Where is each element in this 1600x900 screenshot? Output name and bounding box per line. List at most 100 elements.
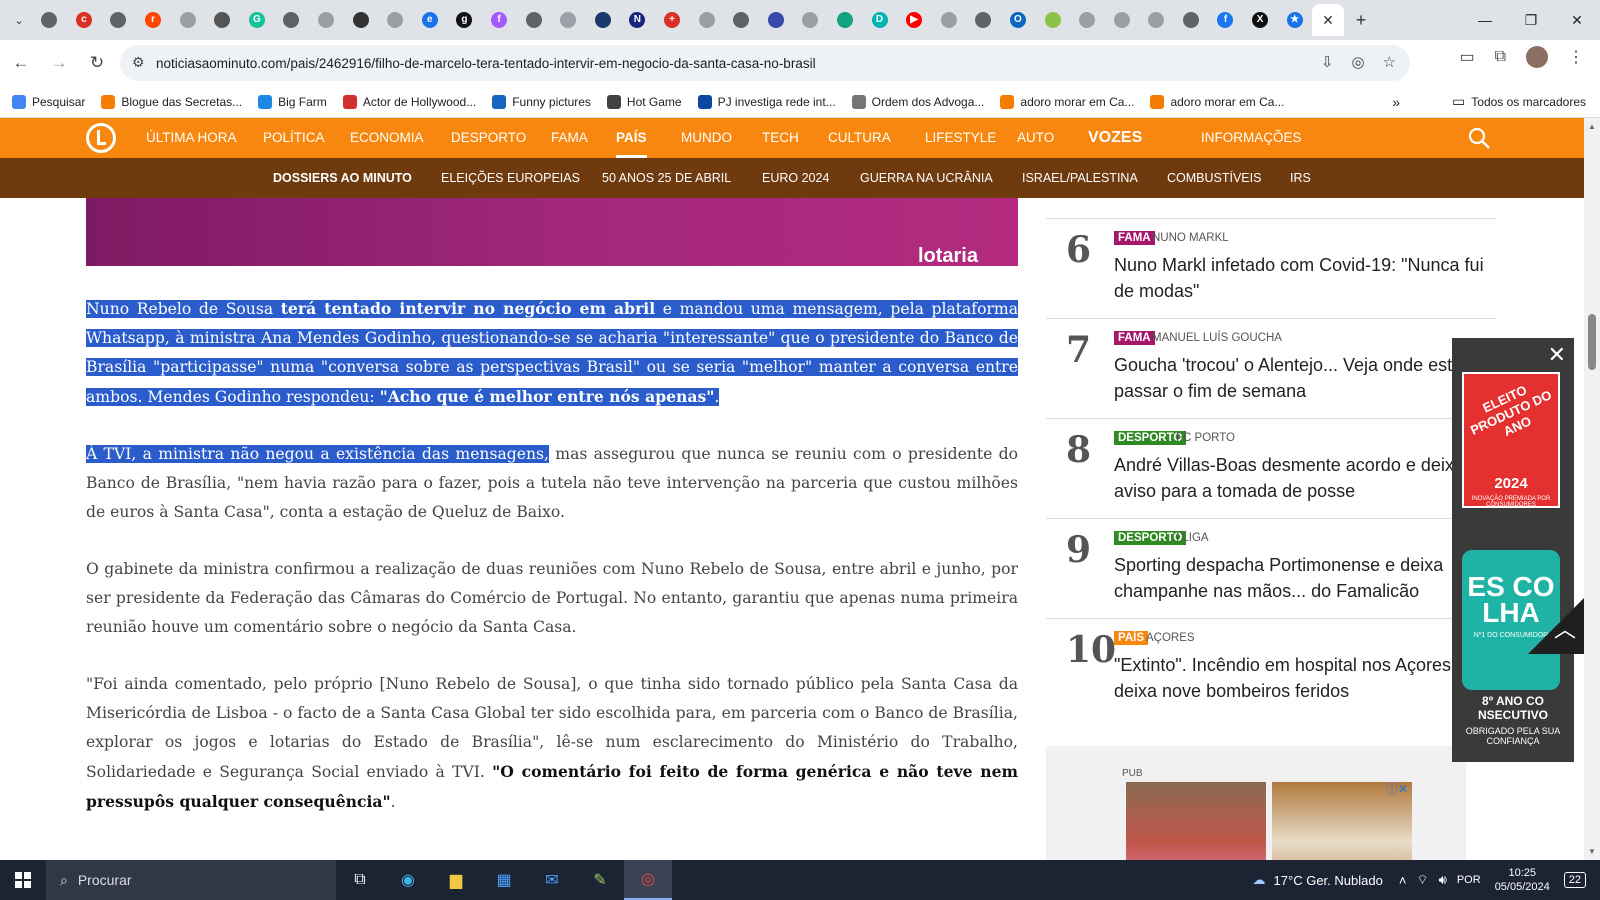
- bookmark-item[interactable]: Pesquisar: [12, 94, 85, 109]
- adchoices-icon[interactable]: ⓘ✕: [1386, 780, 1408, 797]
- tab[interactable]: [758, 4, 793, 36]
- chevron-up-icon[interactable]: ˄: [1399, 873, 1407, 888]
- nav-item[interactable]: VOZES: [1088, 118, 1142, 158]
- tab[interactable]: [1139, 4, 1174, 36]
- sub-nav-item[interactable]: 50 ANOS 25 DE ABRIL: [602, 158, 731, 198]
- rank-title[interactable]: Goucha 'trocou' o Alentejo... Veja onde …: [1114, 352, 1484, 404]
- rank-title[interactable]: Sporting despacha Portimonense e deixa c…: [1114, 552, 1484, 604]
- weather-icon[interactable]: ☁: [1253, 872, 1266, 888]
- language-indicator[interactable]: POR: [1457, 874, 1481, 886]
- minimize-button[interactable]: —: [1462, 0, 1508, 40]
- bookmark-item[interactable]: adoro morar em Ca...: [1000, 94, 1134, 109]
- scroll-up-icon[interactable]: ▲: [1588, 122, 1596, 131]
- task-view-icon[interactable]: ⧉: [336, 860, 384, 900]
- tab[interactable]: ▶: [897, 4, 932, 36]
- tab[interactable]: [724, 4, 759, 36]
- bookmark-item[interactable]: adoro morar em Ca...: [1150, 94, 1284, 109]
- nav-item[interactable]: DESPORTO: [451, 118, 526, 158]
- nav-item[interactable]: TECH: [762, 118, 799, 158]
- ranking-item[interactable]: 8 DESPORTO FC PORTO André Villas-Boas desme…: [1046, 418, 1496, 518]
- sub-nav-item[interactable]: DOSSIERS AO MINUTO: [273, 158, 412, 198]
- network-icon[interactable]: ⌔: [1416, 872, 1428, 888]
- ranking-item[interactable]: 9 DESPORTO I LIGA Sporting despacha Portimo…: [1046, 518, 1496, 618]
- tab[interactable]: g: [447, 4, 482, 36]
- tab[interactable]: [793, 4, 828, 36]
- bookmark-item[interactable]: Big Farm: [258, 94, 327, 109]
- new-tab-button[interactable]: +: [1344, 10, 1378, 31]
- tab[interactable]: c: [67, 4, 102, 36]
- bookmark-item[interactable]: Blogue das Secretas...: [101, 94, 242, 109]
- paint-icon[interactable]: ✎: [576, 860, 624, 900]
- eye-off-icon[interactable]: ◎: [1351, 53, 1364, 71]
- rank-title[interactable]: "Extinto". Incêndio em hospital nos Açor…: [1114, 652, 1484, 704]
- sub-nav-item[interactable]: ELEIÇÕES EUROPEIAS: [441, 158, 580, 198]
- bookmark-item[interactable]: Funny pictures: [492, 94, 591, 109]
- mail-icon[interactable]: ✉: [528, 860, 576, 900]
- rank-tag[interactable]: AÇORES: [1146, 632, 1195, 644]
- nav-item[interactable]: POLÍTICA: [263, 118, 325, 158]
- cast-icon[interactable]: ▭: [1459, 47, 1474, 67]
- rank-tag[interactable]: NUNO MARKL: [1152, 232, 1229, 244]
- address-bar[interactable]: ⚙ noticiasaominuto.com/pais/2462916/filh…: [120, 45, 1410, 81]
- tab[interactable]: [516, 4, 551, 36]
- sub-nav-item[interactable]: IRS: [1290, 158, 1311, 198]
- tab[interactable]: [309, 4, 344, 36]
- rank-tag[interactable]: I LIGA: [1176, 532, 1209, 544]
- rank-tag[interactable]: FC PORTO: [1176, 432, 1235, 444]
- scroll-down-icon[interactable]: ▼: [1588, 847, 1596, 856]
- tab[interactable]: [551, 4, 586, 36]
- rank-title[interactable]: André Villas-Boas desmente acordo e deix…: [1114, 452, 1484, 504]
- nav-item[interactable]: INFORMAÇÕES: [1201, 118, 1302, 158]
- bookmark-star-icon[interactable]: ☆: [1383, 53, 1396, 71]
- tab[interactable]: [1070, 4, 1105, 36]
- all-bookmarks-button[interactable]: ▭ Todos os marcadores: [1452, 93, 1586, 110]
- bookmark-item[interactable]: Ordem dos Advoga...: [851, 94, 984, 109]
- tab[interactable]: [1035, 4, 1070, 36]
- tab[interactable]: [586, 4, 621, 36]
- tab[interactable]: [378, 4, 413, 36]
- tab[interactable]: [170, 4, 205, 36]
- ranking-item[interactable]: 6 FAMA NUNO MARKL Nuno Markl infetado com C…: [1046, 218, 1496, 318]
- url-text[interactable]: noticiasaominuto.com/pais/2462916/filho-…: [156, 56, 816, 71]
- tab[interactable]: D: [862, 4, 897, 36]
- sub-nav-item[interactable]: EURO 2024: [762, 158, 829, 198]
- store-icon[interactable]: ▦: [480, 860, 528, 900]
- tab[interactable]: r: [136, 4, 171, 36]
- tab[interactable]: [205, 4, 240, 36]
- close-tab-icon[interactable]: ✕: [1322, 12, 1334, 29]
- tab[interactable]: [101, 4, 136, 36]
- tab[interactable]: [828, 4, 863, 36]
- ranking-item[interactable]: 7 FAMA MANUEL LUÍS GOUCHA Goucha 'trocou' o…: [1046, 318, 1496, 418]
- bookmarks-overflow-button[interactable]: »: [1392, 94, 1400, 110]
- tab[interactable]: f: [482, 4, 517, 36]
- nav-item[interactable]: CULTURA: [828, 118, 891, 158]
- file-explorer-icon[interactable]: ▆: [432, 860, 480, 900]
- tab[interactable]: [274, 4, 309, 36]
- tab[interactable]: [966, 4, 1001, 36]
- tab[interactable]: [1104, 4, 1139, 36]
- search-icon[interactable]: [1467, 126, 1491, 155]
- close-ad-icon[interactable]: ✕: [1548, 342, 1566, 368]
- nav-item[interactable]: AUTO: [1017, 118, 1054, 158]
- sub-nav-item[interactable]: GUERRA NA UCRÂNIA: [860, 158, 993, 198]
- install-app-icon[interactable]: ⇩: [1321, 53, 1334, 71]
- bookmark-item[interactable]: PJ investiga rede int...: [697, 94, 836, 109]
- side-ad[interactable]: ✕ ELEITO PRODUTO DO ANO 2024 INOVAÇÃO PR…: [1452, 338, 1574, 762]
- sub-nav-item[interactable]: COMBUSTÍVEIS: [1167, 158, 1261, 198]
- category-badge[interactable]: FAMA: [1114, 231, 1155, 245]
- tab[interactable]: e: [413, 4, 448, 36]
- tab[interactable]: +: [655, 4, 690, 36]
- tab[interactable]: ★: [1277, 4, 1312, 36]
- scroll-thumb[interactable]: [1588, 314, 1596, 370]
- tab[interactable]: [32, 4, 67, 36]
- sub-nav-item[interactable]: ISRAEL/PALESTINA: [1022, 158, 1138, 198]
- category-badge[interactable]: PAÍS: [1114, 631, 1148, 645]
- reload-button[interactable]: ↻: [80, 46, 114, 80]
- page-scrollbar[interactable]: ▲ ▼: [1584, 118, 1600, 860]
- tab[interactable]: [1174, 4, 1209, 36]
- notification-badge[interactable]: 22: [1563, 872, 1586, 888]
- rank-title[interactable]: Nuno Markl infetado com Covid-19: "Nunca…: [1114, 252, 1484, 304]
- lottery-banner[interactable]: lotaria: [86, 198, 1018, 267]
- tab[interactable]: G: [240, 4, 275, 36]
- bookmark-item[interactable]: Actor de Hollywood...: [342, 94, 476, 109]
